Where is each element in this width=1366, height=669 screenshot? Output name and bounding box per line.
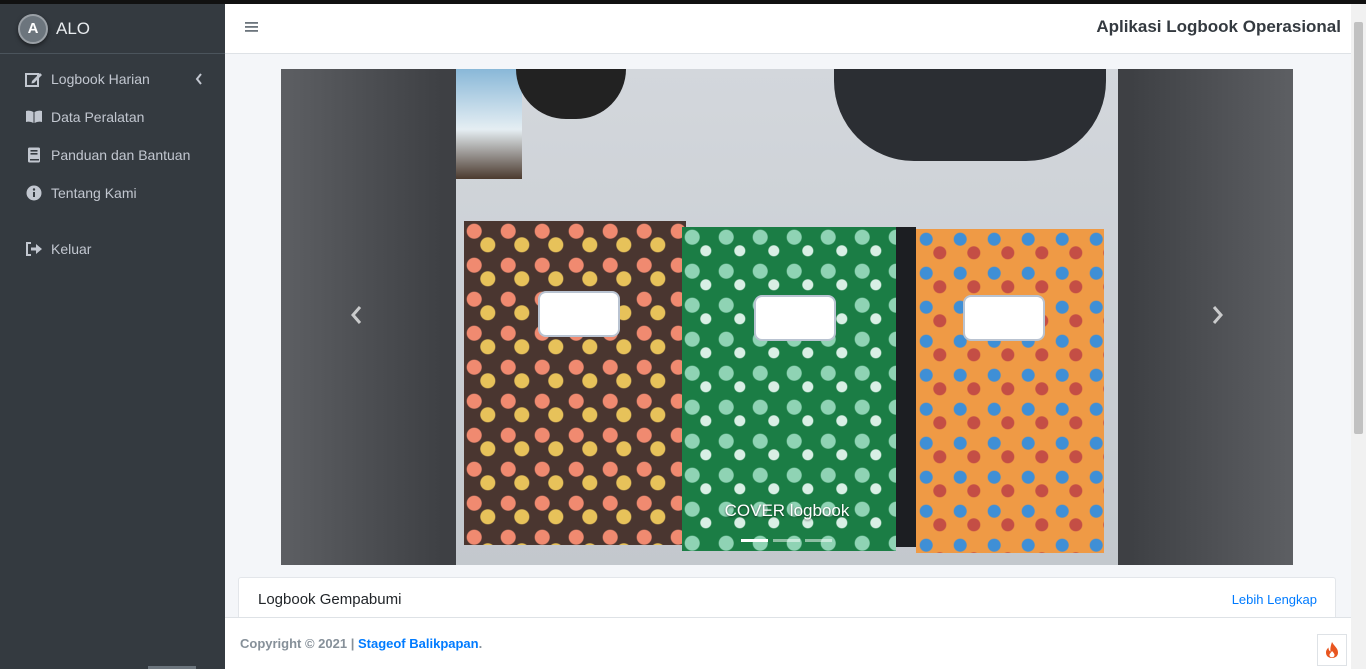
chevron-right-icon <box>1212 305 1224 330</box>
image-carousel: COVER logbook <box>281 69 1293 565</box>
copyright-prefix: Copyright © 2021 | <box>240 636 358 651</box>
sidebar-item-label: Data Peralatan <box>51 109 145 125</box>
brand-name: ALO <box>56 18 91 38</box>
carousel-indicator[interactable] <box>805 539 832 542</box>
carousel-slide-image <box>456 69 1118 565</box>
scrollbar-thumb[interactable] <box>1354 22 1363 434</box>
chevron-left-icon <box>350 305 362 330</box>
main-footer: Copyright © 2021 | Stageof Balikpapan. <box>225 617 1351 669</box>
cover-label <box>963 295 1045 341</box>
page-scrollbar[interactable] <box>1351 4 1366 669</box>
sign-out-icon <box>25 240 43 258</box>
carousel-next-button[interactable] <box>1143 69 1293 565</box>
sidebar-nav: Logbook Harian Data Peralatan Panduan da… <box>0 54 225 268</box>
cover-label <box>538 291 620 337</box>
sidebar-item-tentang-kami[interactable]: Tentang Kami <box>0 174 225 212</box>
org-link[interactable]: Stageof Balikpapan <box>358 636 479 651</box>
sidebar-item-label: Panduan dan Bantuan <box>51 147 191 163</box>
main-sidebar: A ALO Logbook Harian Data Peralatan Pand… <box>0 4 225 669</box>
top-navbar: Aplikasi Logbook Operasional <box>225 4 1351 54</box>
carousel-indicator[interactable] <box>773 539 800 542</box>
sidebar-item-keluar[interactable]: Keluar <box>0 230 225 268</box>
papers-stack <box>456 69 522 179</box>
book-icon <box>25 146 43 164</box>
more-link[interactable]: Lebih Lengkap <box>1232 592 1317 607</box>
info-circle-icon <box>25 184 43 202</box>
copyright-text: Copyright © 2021 | Stageof Balikpapan. <box>240 636 482 651</box>
logbook-spine <box>896 227 916 547</box>
sidebar-item-data-peralatan[interactable]: Data Peralatan <box>0 98 225 136</box>
carousel-indicator[interactable] <box>741 539 768 542</box>
copyright-suffix: . <box>478 636 483 651</box>
sidebar-item-label: Tentang Kami <box>51 185 137 201</box>
logbook-card: Logbook Gempabumi Lebih Lengkap <box>238 577 1336 619</box>
book-open-icon <box>25 108 43 126</box>
sidebar-item-label: Logbook Harian <box>51 71 150 87</box>
brand-logo: A <box>18 13 48 44</box>
sidebar-item-logbook-harian[interactable]: Logbook Harian <box>0 60 225 98</box>
carousel-indicators <box>741 539 832 542</box>
carousel-caption: COVER logbook <box>724 501 850 520</box>
card-title: Logbook Gempabumi <box>258 591 402 608</box>
chevron-left-icon <box>195 72 203 88</box>
brand-link[interactable]: A ALO <box>0 4 225 54</box>
hamburger-menu-icon[interactable] <box>245 20 259 34</box>
flame-icon[interactable] <box>1317 634 1347 666</box>
page-title: Aplikasi Logbook Operasional <box>1096 17 1341 36</box>
sidebar-item-label: Keluar <box>51 241 92 257</box>
mouse-pad <box>834 69 1106 161</box>
edit-icon <box>25 70 43 88</box>
sidebar-item-panduan[interactable]: Panduan dan Bantuan <box>0 136 225 174</box>
cover-label <box>754 295 836 341</box>
logbook-cover-brown <box>464 221 686 545</box>
carousel-prev-button[interactable] <box>281 69 431 565</box>
